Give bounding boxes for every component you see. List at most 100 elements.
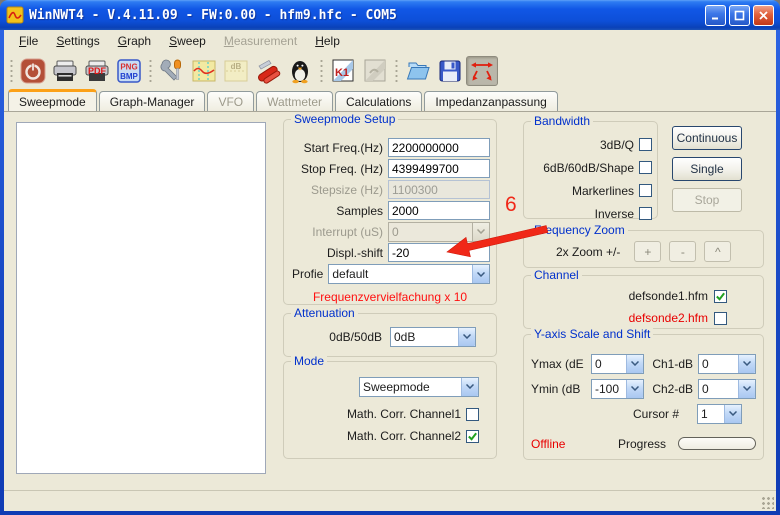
calibration-k1-button[interactable]: K1 — [327, 56, 359, 86]
samples-label: Samples — [288, 204, 383, 218]
tab-calculations[interactable]: Calculations — [335, 91, 422, 111]
group-title: Channel — [531, 268, 582, 282]
ch1-db-combo[interactable]: 0 — [698, 354, 756, 374]
tab-sweepmode[interactable]: Sweepmode — [8, 89, 97, 111]
chevron-down-icon — [472, 223, 489, 241]
menu-graph[interactable]: Graph — [109, 32, 160, 50]
bw-inverse-checkbox[interactable] — [639, 207, 652, 220]
group-title: Y-axis Scale and Shift — [531, 327, 653, 341]
stop-button: Stop — [672, 188, 742, 212]
bw-6db60db-checkbox[interactable] — [639, 161, 652, 174]
start-freq-label: Start Freq.(Hz) — [288, 141, 383, 155]
chevron-down-icon[interactable] — [738, 380, 755, 398]
sweep-buttons: Continuous Single Stop — [672, 121, 742, 219]
chevron-down-icon[interactable] — [458, 328, 475, 346]
single-button[interactable]: Single — [672, 157, 742, 181]
interrupt-label: Interrupt (uS) — [288, 225, 383, 239]
math-corr-ch2-checkbox[interactable] — [466, 430, 479, 443]
maximize-button[interactable] — [729, 5, 750, 26]
ymin-combo[interactable]: -100 — [591, 379, 644, 399]
png-bmp-export-icon: PNG BMP — [116, 58, 142, 84]
samples-input[interactable] — [388, 201, 490, 220]
ymax-combo[interactable]: 0 — [591, 354, 644, 374]
channel2-checkbox[interactable] — [714, 312, 727, 325]
chevron-down-icon[interactable] — [626, 380, 643, 398]
frequency-zoom-group: Frequency Zoom 2x Zoom +/- + - ^ — [523, 230, 764, 268]
chevron-down-icon[interactable] — [626, 355, 643, 373]
channel2-label: defsonde2.hfm — [629, 311, 708, 325]
app-window: WinNWT4 - V.4.11.09 - FW:0.00 - hfm9.hfc… — [0, 0, 780, 515]
open-file-button[interactable] — [402, 56, 434, 86]
close-icon — [758, 10, 769, 21]
math-corr-ch1-checkbox[interactable] — [466, 408, 479, 421]
sweep-span-icon — [469, 58, 495, 84]
menu-measurement: Measurement — [215, 32, 306, 50]
channel-group: Channel defsonde1.hfm defsonde2.hfm — [523, 275, 764, 329]
db-label: dB — [231, 62, 242, 71]
calibration-k1-icon: K1 — [330, 58, 356, 84]
power-button[interactable] — [17, 56, 49, 86]
ch2-db-combo[interactable]: 0 — [698, 379, 756, 399]
sweepmode-setup-group: Sweepmode Setup Start Freq.(Hz) Stop Fre… — [283, 119, 497, 305]
menu-help[interactable]: Help — [306, 32, 349, 50]
mode-combo[interactable]: Sweepmode — [359, 377, 479, 397]
bandwidth-group: Bandwidth 3dB/Q 6dB/60dB/Shape Markerlin… — [523, 121, 658, 219]
menu-settings[interactable]: Settings — [47, 32, 108, 50]
menu-sweep[interactable]: Sweep — [160, 32, 215, 50]
db-scale-button: dB — [220, 56, 252, 86]
attenuation-combo[interactable]: 0dB — [390, 327, 476, 347]
sweep-plot-area[interactable] — [16, 122, 266, 474]
power-icon — [20, 58, 46, 84]
zoom-out-button[interactable]: - — [669, 241, 696, 262]
bw-3db-label: 3dB/Q — [600, 138, 634, 152]
open-folder-icon — [405, 58, 431, 84]
chevron-down-icon[interactable] — [738, 355, 755, 373]
toolbar-grip[interactable] — [319, 58, 324, 84]
stop-freq-input[interactable] — [388, 159, 490, 178]
print-button[interactable] — [49, 56, 81, 86]
minimize-icon — [710, 10, 721, 21]
pdf-export-button[interactable]: PDF — [81, 56, 113, 86]
close-button[interactable] — [753, 5, 774, 26]
tab-impedanzanpassung[interactable]: Impedanzanpassung — [424, 91, 557, 111]
toolbar-grip[interactable] — [148, 58, 153, 84]
displ-shift-label: Displ.-shift — [288, 246, 383, 260]
menu-file[interactable]: File — [10, 32, 47, 50]
linux-info-button[interactable] — [284, 56, 316, 86]
sweepmode-page: Sweepmode Setup Start Freq.(Hz) Stop Fre… — [4, 111, 776, 490]
resize-grip[interactable] — [761, 496, 774, 509]
continuous-button[interactable]: Continuous — [672, 126, 742, 150]
displ-shift-input[interactable] — [388, 243, 490, 262]
save-file-button[interactable] — [434, 56, 466, 86]
png-bmp-export-button[interactable]: PNG BMP — [113, 56, 145, 86]
channel1-checkbox[interactable] — [714, 290, 727, 303]
graph-display-button[interactable] — [188, 56, 220, 86]
tab-graph-manager[interactable]: Graph-Manager — [99, 91, 206, 111]
cursor-combo[interactable]: 1 — [697, 404, 742, 424]
calibration-k2-icon — [362, 58, 388, 84]
stepsize-label: Stepsize (Hz) — [288, 183, 383, 197]
chevron-down-icon[interactable] — [461, 378, 478, 396]
bw-3db-checkbox[interactable] — [639, 138, 652, 151]
zoom-in-button[interactable]: + — [634, 241, 661, 262]
tabbar: Sweepmode Graph-Manager VFO Wattmeter Ca… — [4, 90, 776, 111]
bw-markerlines-label: Markerlines — [572, 184, 634, 198]
bmp-label: BMP — [120, 72, 138, 81]
minimize-button[interactable] — [705, 5, 726, 26]
check-icon — [467, 431, 478, 442]
toolbar-grip[interactable] — [9, 58, 14, 84]
window-title: WinNWT4 - V.4.11.09 - FW:0.00 - hfm9.hfc… — [29, 8, 702, 23]
titlebar[interactable]: WinNWT4 - V.4.11.09 - FW:0.00 - hfm9.hfc… — [0, 0, 780, 30]
settings-tools-button[interactable] — [156, 56, 188, 86]
group-title: Attenuation — [291, 306, 358, 320]
bw-markerlines-checkbox[interactable] — [639, 184, 652, 197]
zoom-reset-button[interactable]: ^ — [704, 241, 731, 262]
math-corr-ch2-label: Math. Corr. Channel2 — [347, 429, 461, 443]
toolbar-grip[interactable] — [394, 58, 399, 84]
sweep-span-button[interactable] — [466, 56, 498, 86]
swiss-knife-button[interactable] — [252, 56, 284, 86]
chevron-down-icon[interactable] — [472, 265, 489, 283]
start-freq-input[interactable] — [388, 138, 490, 157]
chevron-down-icon[interactable] — [724, 405, 741, 423]
profile-combo[interactable]: default — [328, 264, 490, 284]
